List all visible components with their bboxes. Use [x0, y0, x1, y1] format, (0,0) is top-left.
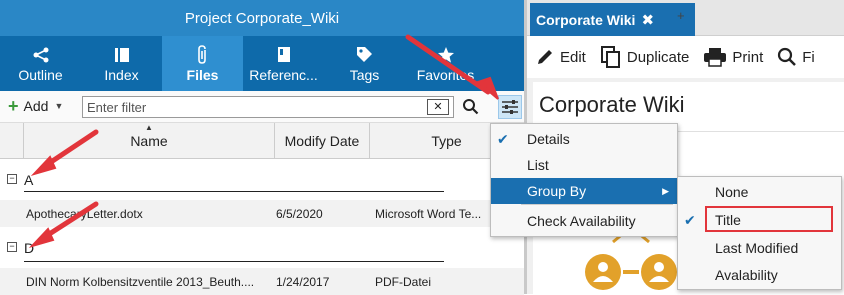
- tab-label: Outline: [18, 66, 63, 83]
- table-header: ▲ Name Modify Date Type: [0, 123, 524, 159]
- column-name-label: Name: [130, 133, 168, 149]
- header-spacer: [0, 123, 24, 159]
- edit-button[interactable]: Edit: [535, 47, 586, 67]
- tag-icon: [356, 45, 373, 65]
- file-name-cell: ApothecaryLetter.dotx: [26, 206, 143, 221]
- document-title: Corporate Wiki: [539, 92, 685, 117]
- tab-label: Tags: [349, 66, 380, 83]
- add-button[interactable]: + Add ▼: [8, 97, 63, 115]
- submenu-arrow-icon: ▶: [662, 185, 669, 196]
- plus-icon: +: [8, 96, 19, 116]
- group-label: D: [24, 240, 35, 256]
- highlight-box: [705, 206, 833, 232]
- collapse-toggle[interactable]: −: [7, 174, 17, 184]
- paperclip-icon: [196, 44, 210, 65]
- edit-label: Edit: [560, 48, 586, 66]
- document-tab[interactable]: Corporate Wiki ✖: [530, 3, 695, 36]
- tab-label: Index: [104, 66, 139, 83]
- duplicate-label: Duplicate: [626, 48, 690, 66]
- column-modify-date[interactable]: Modify Date: [275, 123, 370, 159]
- search-icon[interactable]: [462, 98, 479, 118]
- tab-label: Referenc...: [249, 66, 318, 83]
- filter-input[interactable]: [82, 96, 454, 118]
- window-title: Project Corporate_Wiki: [0, 0, 524, 36]
- submenu-item-label: None: [715, 184, 749, 200]
- tab-favorites[interactable]: Favorites: [405, 36, 486, 91]
- file-name-cell: DIN Norm Kolbensitzventile 2013_Beuth...…: [26, 274, 255, 289]
- menu-item-label: Details: [527, 131, 570, 147]
- duplicate-button[interactable]: Duplicate: [600, 45, 690, 69]
- share-icon: [32, 45, 50, 65]
- submenu-item-none[interactable]: None: [678, 179, 841, 205]
- clear-filter-button[interactable]: ✕: [427, 99, 449, 115]
- group-header[interactable]: − A: [0, 160, 524, 200]
- type-cell: PDF-Datei: [375, 274, 432, 289]
- menu-item-check-availability[interactable]: Check Availability: [491, 208, 677, 234]
- document-toolbar: Edit Duplicate Print Fi: [527, 37, 844, 77]
- tab-label: Files: [186, 66, 219, 83]
- find-label: Fi: [802, 48, 815, 66]
- tab-title: Corporate Wiki: [536, 11, 636, 28]
- column-type-label: Type: [431, 133, 462, 149]
- submenu-item-availability[interactable]: Avalability: [678, 262, 841, 288]
- menu-separator: [521, 204, 673, 205]
- printer-icon: [703, 47, 727, 67]
- copy-icon: [600, 45, 622, 69]
- tab-label: Favorites: [416, 66, 475, 83]
- add-label: Add: [23, 98, 49, 114]
- index-icon: [114, 45, 130, 65]
- find-button[interactable]: Fi: [777, 47, 815, 67]
- print-button[interactable]: Print: [703, 47, 763, 67]
- menu-item-label: Check Availability: [527, 213, 636, 229]
- files-toolbar: + Add ▼ ✕: [0, 91, 524, 123]
- menu-item-label: Group By: [527, 183, 587, 199]
- table-row[interactable]: ApothecaryLetter.dotx 6/5/2020 Microsoft…: [0, 200, 524, 227]
- menu-item-details[interactable]: ✔ Details: [491, 126, 677, 152]
- tab-references[interactable]: Referenc...: [243, 36, 324, 91]
- group-header[interactable]: − D: [0, 228, 524, 268]
- new-tab-button[interactable]: +: [677, 8, 685, 23]
- table-row[interactable]: DIN Norm Kolbensitzventile 2013_Beuth...…: [0, 268, 524, 295]
- group-divider: [24, 191, 444, 192]
- menu-item-list[interactable]: List: [491, 152, 677, 178]
- submenu-item-label: Avalability: [715, 267, 778, 283]
- collapse-toggle[interactable]: −: [7, 242, 17, 252]
- column-date-label: Modify Date: [284, 133, 360, 149]
- submenu-item-label: Last Modified: [715, 240, 799, 256]
- left-panel: Project Corporate_Wiki Outline Index Fil…: [0, 0, 524, 295]
- submenu-item-last-modified[interactable]: Last Modified: [678, 235, 841, 261]
- pencil-icon: [535, 47, 555, 67]
- check-icon: ✔: [497, 130, 509, 147]
- document-tabstrip: Corporate Wiki ✖ +: [527, 0, 844, 36]
- search-icon: [777, 47, 797, 67]
- group-divider: [24, 261, 444, 262]
- modify-date-cell: 6/5/2020: [276, 206, 323, 221]
- nav-tabs: Outline Index Files Referenc... Tags Fav…: [0, 36, 524, 91]
- book-icon: [277, 45, 291, 65]
- group-label: A: [24, 172, 34, 188]
- chevron-down-icon[interactable]: ▼: [54, 101, 63, 111]
- print-label: Print: [732, 48, 764, 66]
- modify-date-cell: 1/24/2017: [276, 274, 330, 289]
- star-icon: [437, 45, 455, 65]
- tab-outline[interactable]: Outline: [0, 36, 81, 91]
- sort-up-icon: ▲: [145, 123, 153, 132]
- org-chart-image: [585, 230, 677, 290]
- check-icon: ✔: [684, 211, 696, 228]
- group-by-submenu: None ✔ Title Last Modified Avalability: [677, 176, 842, 290]
- view-options-menu: ✔ Details List Group By ▶ Check Availabi…: [490, 123, 678, 237]
- column-name[interactable]: ▲ Name: [24, 123, 275, 159]
- view-options-icon[interactable]: [498, 95, 522, 119]
- menu-item-group-by[interactable]: Group By ▶: [491, 178, 677, 204]
- menu-item-label: List: [527, 157, 549, 173]
- tab-files[interactable]: Files: [162, 36, 243, 91]
- tab-index[interactable]: Index: [81, 36, 162, 91]
- close-icon[interactable]: ✖: [641, 11, 654, 29]
- tab-tags[interactable]: Tags: [324, 36, 405, 91]
